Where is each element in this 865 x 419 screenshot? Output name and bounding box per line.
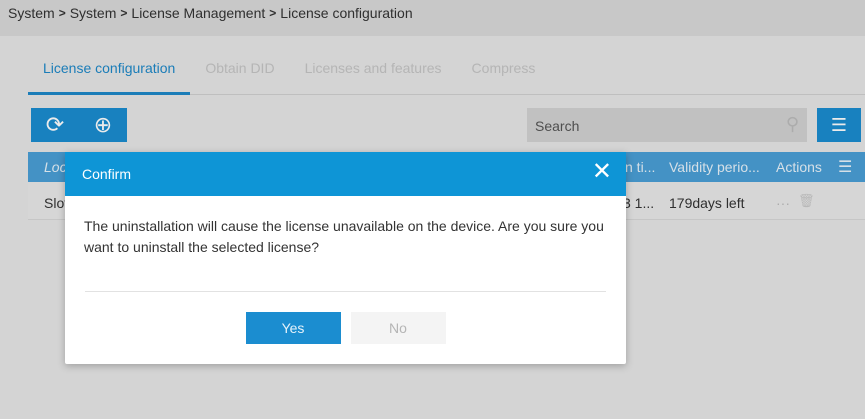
close-icon[interactable]: ✕: [592, 160, 612, 184]
dialog-message: The uninstallation will cause the licens…: [84, 218, 604, 255]
dialog-title: Confirm: [82, 166, 132, 182]
confirm-dialog: Confirm ✕ The uninstallation will cause …: [65, 152, 626, 364]
dialog-actions: Yes No: [65, 312, 626, 344]
dialog-divider: [85, 291, 606, 292]
yes-button[interactable]: Yes: [245, 312, 341, 344]
no-button[interactable]: No: [350, 312, 446, 344]
dialog-header: Confirm ✕: [65, 152, 626, 196]
